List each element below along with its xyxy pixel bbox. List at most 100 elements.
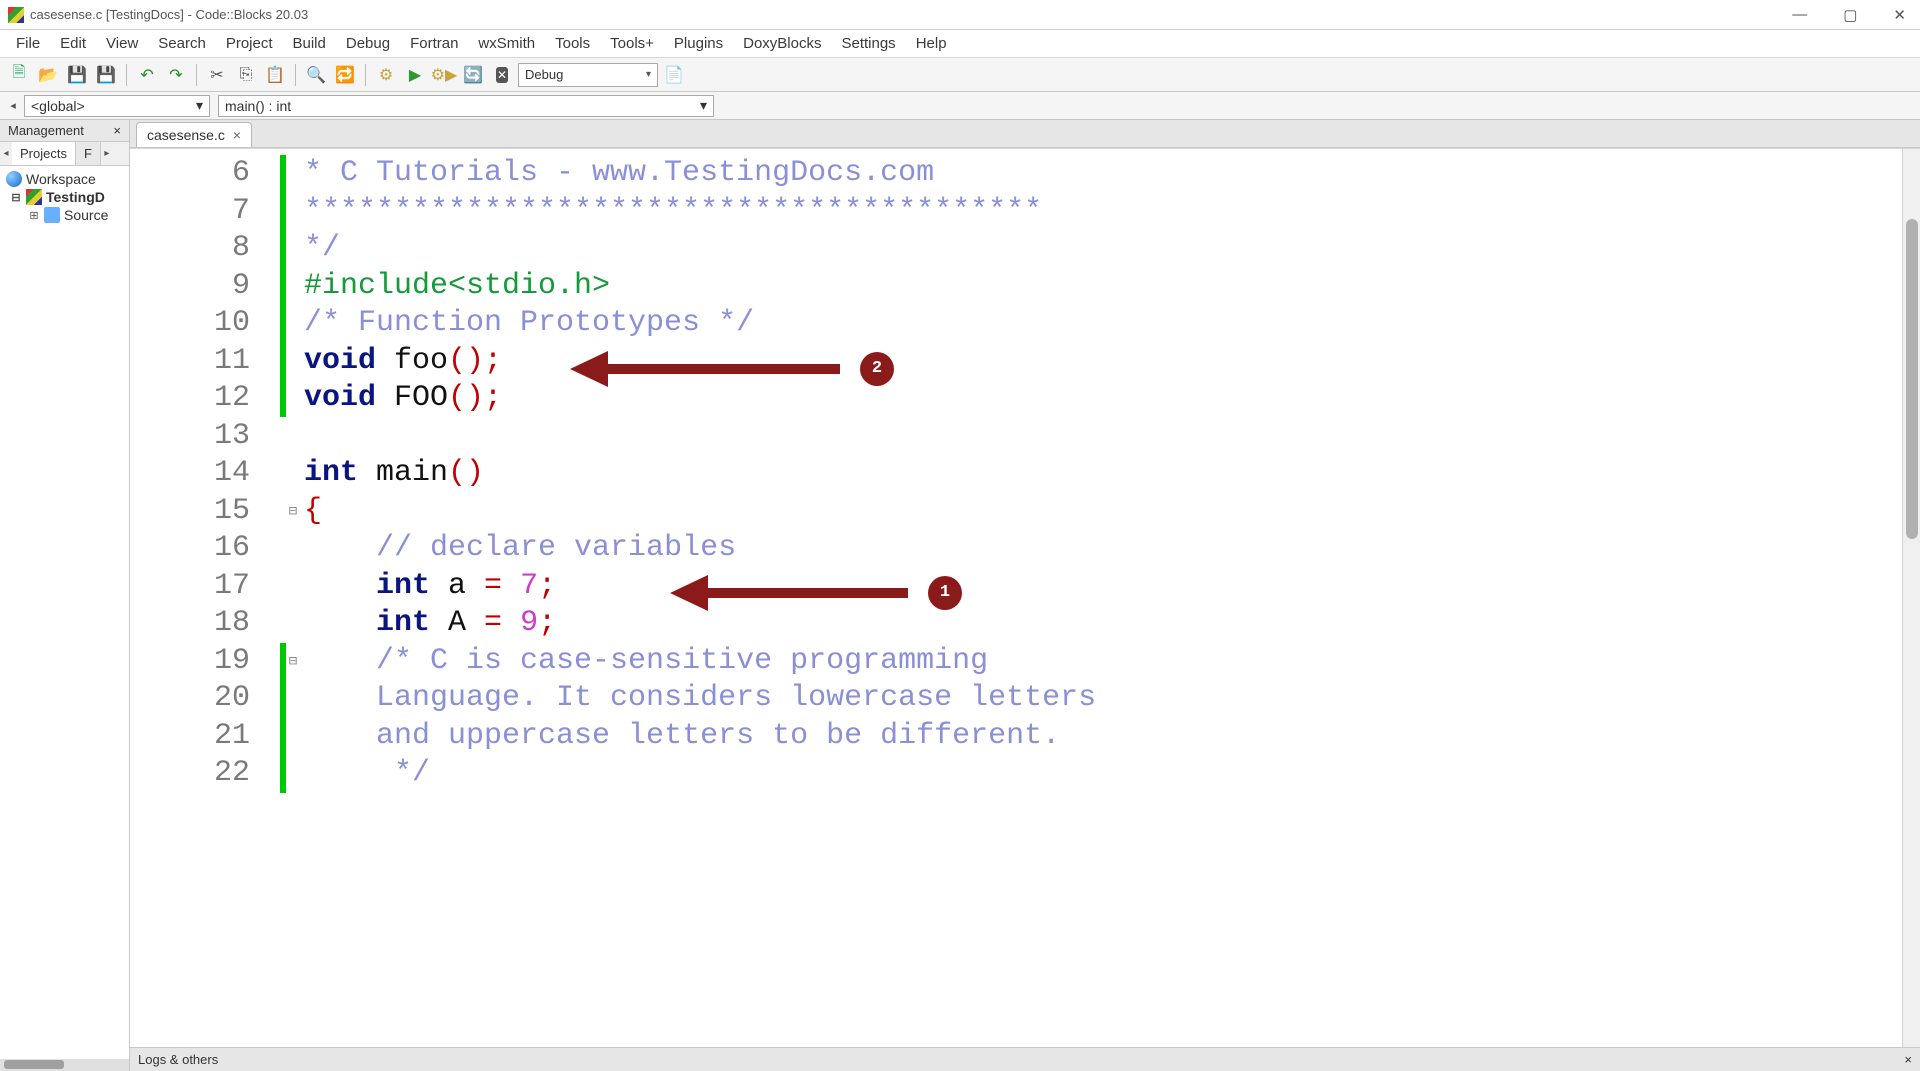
- abort-icon[interactable]: ✕: [489, 62, 515, 88]
- chevron-down-icon: ▾: [196, 97, 203, 114]
- code-line[interactable]: int main(): [304, 455, 1902, 493]
- copy-icon[interactable]: ⎘: [233, 62, 259, 88]
- fold-toggle-icon[interactable]: ⊟: [286, 643, 300, 681]
- close-panel-icon[interactable]: ×: [113, 123, 121, 138]
- cut-icon[interactable]: ✂: [204, 62, 230, 88]
- menu-file[interactable]: File: [6, 31, 50, 56]
- maximize-button[interactable]: ▢: [1837, 4, 1863, 26]
- line-number: 15: [130, 493, 250, 531]
- editor-vscrollbar[interactable]: [1902, 149, 1920, 1047]
- scrollbar-thumb[interactable]: [1906, 219, 1918, 539]
- scope-prev-icon[interactable]: ◂: [6, 99, 20, 112]
- collapse-icon[interactable]: ⊟: [10, 191, 22, 204]
- menu-build[interactable]: Build: [283, 31, 336, 56]
- sidebar-hscrollbar[interactable]: [0, 1059, 129, 1071]
- close-logs-icon[interactable]: ×: [1904, 1052, 1912, 1067]
- open-file-icon[interactable]: 📂: [35, 62, 61, 88]
- fold-spacer: [286, 755, 300, 793]
- code-line[interactable]: [304, 418, 1902, 456]
- fold-spacer: [286, 680, 300, 718]
- new-file-icon[interactable]: 🗎: [6, 62, 32, 88]
- menu-debug[interactable]: Debug: [336, 31, 400, 56]
- menu-edit[interactable]: Edit: [50, 31, 96, 56]
- code-line[interactable]: /* C is case-sensitive programming: [304, 643, 1902, 681]
- close-window-button[interactable]: ✕: [1887, 4, 1912, 26]
- rebuild-icon[interactable]: 🔄: [460, 62, 486, 88]
- code-editor[interactable]: 678910111213141516171819202122 ⊟⊟ * C Tu…: [130, 148, 1920, 1047]
- close-tab-icon[interactable]: ×: [233, 127, 241, 143]
- management-tabs: ◂ Projects F ▸: [0, 142, 129, 166]
- menu-search[interactable]: Search: [148, 31, 216, 56]
- code-line[interactable]: {: [304, 493, 1902, 531]
- code-line[interactable]: void foo();: [304, 343, 1902, 381]
- toolbar-separator: [365, 64, 366, 86]
- code-line[interactable]: #include<stdio.h>: [304, 268, 1902, 306]
- fold-toggle-icon[interactable]: ⊟: [286, 493, 300, 531]
- fold-spacer: [286, 155, 300, 193]
- code-line[interactable]: // declare variables: [304, 530, 1902, 568]
- logs-panel[interactable]: Logs & others ×: [130, 1047, 1920, 1071]
- menu-project[interactable]: Project: [216, 31, 283, 56]
- save-icon[interactable]: 💾: [64, 62, 90, 88]
- menu-fortran[interactable]: Fortran: [400, 31, 468, 56]
- code-line[interactable]: int a = 7;: [304, 568, 1902, 606]
- replace-icon[interactable]: 🔁: [332, 62, 358, 88]
- tab-projects[interactable]: Projects: [12, 142, 76, 165]
- find-icon[interactable]: 🔍: [303, 62, 329, 88]
- line-number: 19: [130, 643, 250, 681]
- tree-workspace[interactable]: Workspace: [6, 170, 123, 188]
- paste-icon[interactable]: 📋: [262, 62, 288, 88]
- code-line[interactable]: void FOO();: [304, 380, 1902, 418]
- fold-spacer: [286, 380, 300, 418]
- fold-spacer: [286, 230, 300, 268]
- expand-icon[interactable]: ⊞: [28, 209, 40, 222]
- tree-source[interactable]: ⊞ Source: [6, 206, 123, 224]
- function-select[interactable]: main() : int ▾: [218, 95, 714, 117]
- redo-icon[interactable]: ↷: [163, 62, 189, 88]
- line-number: 6: [130, 155, 250, 193]
- change-bar: [280, 149, 286, 1047]
- project-tree[interactable]: Workspace ⊟ TestingD ⊞ Source: [0, 166, 129, 1059]
- target-options-icon[interactable]: 📄: [661, 62, 687, 88]
- menu-help[interactable]: Help: [906, 31, 957, 56]
- build-icon[interactable]: ⚙: [373, 62, 399, 88]
- line-number: 7: [130, 193, 250, 231]
- file-tab[interactable]: casesense.c ×: [136, 122, 252, 147]
- code-line[interactable]: /* Function Prototypes */: [304, 305, 1902, 343]
- code-line[interactable]: ****************************************…: [304, 193, 1902, 231]
- menu-settings[interactable]: Settings: [831, 31, 905, 56]
- undo-icon[interactable]: ↶: [134, 62, 160, 88]
- menu-toolsplus[interactable]: Tools+: [600, 31, 664, 56]
- code-line[interactable]: and uppercase letters to be different.: [304, 718, 1902, 756]
- tab-files[interactable]: F: [76, 142, 101, 165]
- code-content[interactable]: * C Tutorials - www.TestingDocs.com*****…: [300, 149, 1902, 1047]
- tree-project[interactable]: ⊟ TestingD: [6, 188, 123, 206]
- code-line[interactable]: Language. It considers lowercase letters: [304, 680, 1902, 718]
- fold-spacer: [286, 268, 300, 306]
- code-line[interactable]: */: [304, 230, 1902, 268]
- minimize-button[interactable]: —: [1786, 4, 1813, 26]
- scope-select[interactable]: <global> ▾: [24, 95, 210, 117]
- menu-view[interactable]: View: [96, 31, 148, 56]
- code-line[interactable]: */: [304, 755, 1902, 793]
- management-title-text: Management: [8, 123, 84, 138]
- build-target-value: Debug: [525, 67, 563, 82]
- fold-column[interactable]: ⊟⊟: [286, 149, 300, 1047]
- tab-scroll-right-icon[interactable]: ▸: [101, 142, 113, 165]
- menu-tools[interactable]: Tools: [545, 31, 600, 56]
- file-tabstrip: casesense.c ×: [130, 120, 1920, 148]
- build-target-select[interactable]: Debug ▾: [518, 63, 658, 87]
- run-icon[interactable]: ▶: [402, 62, 428, 88]
- scrollbar-thumb[interactable]: [4, 1060, 64, 1069]
- line-number: 12: [130, 380, 250, 418]
- menu-doxyblocks[interactable]: DoxyBlocks: [733, 31, 831, 56]
- menu-plugins[interactable]: Plugins: [664, 31, 733, 56]
- code-line[interactable]: * C Tutorials - www.TestingDocs.com: [304, 155, 1902, 193]
- fold-spacer: [286, 343, 300, 381]
- tab-scroll-left-icon[interactable]: ◂: [0, 142, 12, 165]
- menu-wxsmith[interactable]: wxSmith: [468, 31, 545, 56]
- save-all-icon[interactable]: 💾: [93, 62, 119, 88]
- build-run-icon[interactable]: ⚙▶: [431, 62, 457, 88]
- line-number: 17: [130, 568, 250, 606]
- code-line[interactable]: int A = 9;: [304, 605, 1902, 643]
